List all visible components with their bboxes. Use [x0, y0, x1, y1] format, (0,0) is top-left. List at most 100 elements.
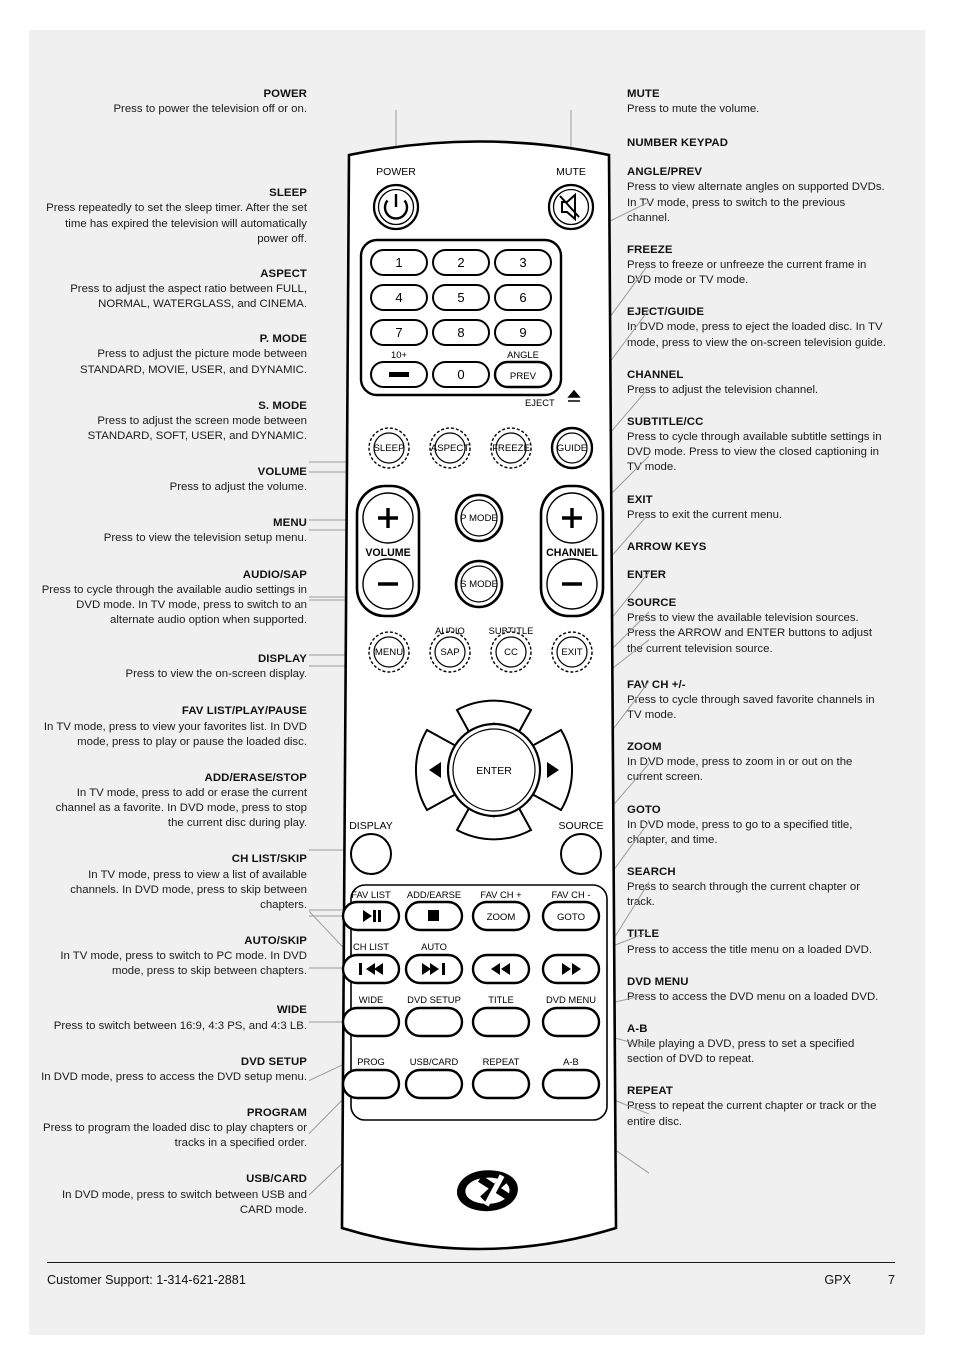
svg-text:ZOOM: ZOOM: [487, 912, 516, 923]
svg-text:ENTER: ENTER: [476, 765, 512, 777]
annotation-title: REPEAT: [627, 1085, 673, 1098]
annotation-body: Press to search through the current chap…: [627, 881, 860, 909]
angle-label: ANGLE: [507, 349, 539, 360]
annotation-body: Press to adjust the volume.: [169, 481, 307, 494]
prog-button[interactable]: [341, 1068, 401, 1100]
dvd-menu-label: DVD MENU: [546, 994, 596, 1005]
title-label: TITLE: [488, 994, 514, 1005]
annotation-title: SEARCH: [627, 865, 676, 878]
add-erase-label: ADD/EARSE: [407, 889, 461, 900]
usb-card-label: USB/CARD: [410, 1056, 459, 1067]
annotation-title: AUTO/SKIP: [244, 935, 307, 948]
annotation-title: MENU: [273, 517, 307, 530]
dvd-menu-button[interactable]: [541, 1006, 601, 1038]
right-annotation-column: MUTE Press to mute the volume. NUMBER KE…: [627, 88, 889, 1130]
annotation-goto: GOTO In DVD mode, press to go to a speci…: [627, 804, 889, 848]
annotation-title: EJECT/GUIDE: [627, 306, 705, 319]
dash-icon: [389, 372, 409, 377]
svg-text:GOTO: GOTO: [557, 912, 585, 923]
annotation-body: Press to cycle through available subtitl…: [627, 431, 882, 474]
annotation-number-keypad: NUMBER KEYPAD: [627, 137, 889, 150]
svg-text:6: 6: [519, 290, 526, 305]
usb-card-button[interactable]: [404, 1068, 464, 1100]
annotation-audio-sap: AUDIO/SAP Press to cycle through the ava…: [39, 569, 307, 629]
svg-text:0: 0: [457, 367, 464, 382]
annotation-body: Press to adjust the screen mode between …: [87, 414, 307, 442]
display-button[interactable]: [350, 833, 392, 875]
annotation-title: P. MODE: [259, 333, 307, 346]
annotation-zoom: ZOOM In DVD mode, press to zoom in or ou…: [627, 741, 889, 785]
annotation-title: GOTO: [627, 803, 661, 816]
repeat-label: REPEAT: [483, 1056, 520, 1067]
annotation-body: In DVD mode, press to eject the loaded d…: [627, 321, 886, 349]
eject-label: EJECT: [525, 397, 555, 408]
svg-text:1: 1: [395, 255, 402, 270]
annotation-body: Press to cycle through saved favorite ch…: [627, 693, 875, 721]
svg-text:5: 5: [457, 290, 464, 305]
title-button[interactable]: [471, 1006, 531, 1038]
annotation-body: Press to access the DVD menu on a loaded…: [627, 990, 879, 1003]
annotation-ch-list-skip: CH LIST/SKIP In TV mode, press to view a…: [39, 853, 307, 913]
annotation-body: Press to exit the current menu.: [627, 508, 783, 521]
svg-text:GUIDE: GUIDE: [557, 443, 587, 454]
annotation-repeat: REPEAT Press to repeat the current chapt…: [627, 1085, 889, 1129]
annotation-body: In DVD mode, press to go to a specified …: [627, 818, 853, 846]
annotation-title: S. MODE: [258, 399, 307, 412]
annotation-body: Press to adjust the aspect ratio between…: [70, 282, 307, 311]
annotation-power: POWER Press to power the television off …: [39, 88, 307, 117]
annotation-title: USB/CARD: [246, 1173, 307, 1186]
annotation-a-b: A-B While playing a DVD, press to set a …: [627, 1023, 889, 1067]
annotation-volume: VOLUME Press to adjust the volume.: [39, 466, 307, 495]
repeat-button[interactable]: [471, 1068, 531, 1100]
annotation-body: In TV mode, press to switch to PC mode. …: [60, 950, 307, 978]
left-annotation-column: POWER Press to power the television off …: [39, 88, 307, 1218]
annotation-title: ENTER: [627, 569, 667, 582]
annotation-title: POWER: [263, 88, 307, 100]
annotation-title: FAV CH +/-: [627, 678, 686, 691]
svg-text:8: 8: [457, 325, 464, 340]
annotation-exit: EXIT Press to exit the current menu.: [627, 494, 889, 523]
annotation-p-mode: P. MODE Press to adjust the picture mode…: [39, 333, 307, 377]
wide-label: WIDE: [359, 994, 383, 1005]
brand-text: GPX: [824, 1273, 851, 1287]
annotation-body: In TV mode, press to view your favorites…: [43, 720, 307, 748]
annotation-body: Press to view the on-screen display.: [125, 668, 308, 681]
annotation-body: In DVD mode, press to switch between USB…: [61, 1188, 307, 1216]
svg-text:9: 9: [519, 325, 526, 340]
svg-text:P MODE: P MODE: [460, 513, 498, 524]
annotation-body: Press to access the title menu on a load…: [627, 943, 873, 956]
annotation-body: In TV mode, press to add or erase the cu…: [55, 787, 307, 830]
svg-text:3: 3: [519, 255, 526, 270]
annotation-title: SUBTITLE/CC: [627, 416, 704, 429]
annotation-body: Press to cycle through the available aud…: [41, 583, 307, 627]
source-button[interactable]: [560, 833, 602, 875]
svg-text:7: 7: [395, 325, 402, 340]
annotation-title: NUMBER KEYPAD: [627, 137, 729, 150]
dvd-setup-label: DVD SETUP: [407, 994, 461, 1005]
annotation-body: Press to program the loaded disc to play…: [42, 1122, 307, 1150]
svg-text:FREEZE: FREEZE: [492, 443, 530, 454]
annotation-body: Press to mute the volume.: [627, 103, 760, 116]
power-label: POWER: [376, 166, 416, 178]
annotation-body: Press repeatedly to set the sleep timer.…: [46, 202, 307, 245]
svg-text:ASPECT: ASPECT: [431, 443, 470, 454]
stop-icon: [428, 910, 439, 921]
annotation-arrow-keys: ARROW KEYS: [627, 541, 889, 554]
ab-button[interactable]: [541, 1068, 601, 1100]
remote-control-diagram: POWER MUTE 1 2 3 4 5 6 7 8 9 10+ 0 ANGLE…: [309, 110, 649, 1290]
svg-text:PREV: PREV: [510, 371, 537, 382]
annotation-body: In TV mode, press to view a list of avai…: [70, 868, 307, 911]
annotation-menu: MENU Press to view the television setup …: [39, 517, 307, 546]
annotation-eject-guide: EJECT/GUIDE In DVD mode, press to eject …: [627, 306, 889, 350]
annotation-display: DISPLAY Press to view the on-screen disp…: [39, 653, 308, 682]
wide-button[interactable]: [341, 1006, 401, 1038]
annotation-title: FREEZE: [627, 243, 673, 256]
annotation-wide: WIDE Press to switch between 16:9, 4:3 P…: [39, 1004, 307, 1033]
dvd-setup-button[interactable]: [404, 1006, 464, 1038]
display-label: DISPLAY: [349, 820, 393, 832]
ab-label: A-B: [563, 1056, 579, 1067]
annotation-body: Press to adjust the picture mode between…: [79, 348, 307, 376]
annotation-sleep: SLEEP Press repeatedly to set the sleep …: [39, 187, 307, 247]
annotation-body: Press to repeat the current chapter or t…: [627, 1100, 877, 1128]
ch-list-label: CH LIST: [353, 941, 389, 952]
